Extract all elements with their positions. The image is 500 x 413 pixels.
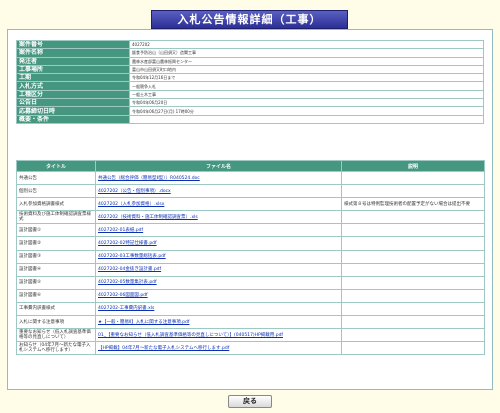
attachment-note <box>341 275 485 290</box>
info-row: 工種区分 一般土木工事 <box>16 89 484 100</box>
attachment-title: 設計図書⑤ <box>16 275 96 290</box>
attachment-row: 設計図書⑥ 4027202-06図面図.pdf <box>16 288 485 303</box>
attachment-title: 設計図書⑥ <box>16 288 96 303</box>
attachment-row: 共通公告 共通公告（総合評価（簡易型Ⅱ型））R040524.doc <box>16 170 485 186</box>
column-header-filename: ファイル名 <box>95 160 342 172</box>
info-value: 農林水産部富山農林振興センター <box>129 56 484 66</box>
attachment-file-link[interactable]: 4027202-02特記仕様書.pdf <box>95 236 342 251</box>
column-header-note: 説明 <box>341 160 485 172</box>
info-row: 概要・条件 <box>16 114 484 124</box>
info-label: 発注者 <box>16 56 130 66</box>
attachment-row: 工事費内訳書様式 4027202-工事費内訳書.xls <box>16 301 485 317</box>
attachment-note <box>341 170 485 186</box>
info-row: 入札方式 一般競争入札 <box>16 81 484 91</box>
attachment-row: 設計図書① 4027202-01表紙.pdf <box>16 223 485 238</box>
attachment-file-link[interactable]: 4027202-01表紙.pdf <box>95 223 342 238</box>
info-row: 公告日 令和04年06月20日 <box>16 98 484 108</box>
info-label: 工種区分 <box>16 89 130 100</box>
attachment-row: 設計図書⑤ 4027202-05数量集計表.pdf <box>16 275 485 290</box>
info-label: 入札方式 <box>16 81 130 91</box>
attachment-title: お知らせ（04年7月～新たな電子入札システムへ移行します） <box>16 341 96 356</box>
attachment-row: お知らせ（04年7月～新たな電子入札システムへ移行します） 【HP掲載】04年7月… <box>16 341 485 356</box>
info-value: 令和04年06月27日(月) 17時00分 <box>129 106 484 116</box>
info-row: 応募締切日時 令和04年06月27日(月) 17時00分 <box>16 106 484 116</box>
attachment-row: 入札に関する注意事項 ★【一般・簡易Ⅱ】入札に関する注意事項.pdf <box>16 315 485 330</box>
attachments-header-row: タイトル ファイル名 説明 <box>16 160 485 172</box>
attachment-file-link[interactable]: 4027202-工事費内訳書.xls <box>95 301 342 317</box>
info-value: 4027202 <box>129 39 484 50</box>
info-row: 案件名称 飯食予防治山（山田須又）造閘工事 <box>16 48 484 58</box>
attachment-row: 入札参加資格調書様式 4027202（入札参加資格）.xlsx 様式第８号は特例監理… <box>16 197 485 212</box>
info-value: 富山市山田須又町口地内 <box>129 64 484 75</box>
attachment-row: 設計図書② 4027202-02特記仕様書.pdf <box>16 236 485 251</box>
page-title: 入札公告情報詳細（工事） <box>151 10 348 29</box>
attachment-file-link[interactable]: 4027202-06図面図.pdf <box>95 288 342 303</box>
info-row: 発注者 農林水産部富山農林振興センター <box>16 56 484 66</box>
info-value: 令和04年06月20日 <box>129 98 484 108</box>
attachment-title: 重要なお知らせ（低入札調査基準価格等の見直しについて） <box>16 328 96 343</box>
info-value: 飯食予防治山（山田須又）造閘工事 <box>129 48 484 58</box>
attachment-title: 設計図書① <box>16 223 96 238</box>
attachment-title: 設計図書③ <box>16 249 96 264</box>
attachment-file-link[interactable]: ★【一般・簡易Ⅱ】入札に関する注意事項.pdf <box>95 315 342 330</box>
attachment-note <box>341 341 485 356</box>
attachment-note <box>341 249 485 264</box>
attachment-note <box>341 184 485 199</box>
attachment-title: 個別公告 <box>16 184 96 199</box>
back-button[interactable]: 戻る <box>228 395 272 408</box>
attachment-title: 共通公告 <box>16 170 96 186</box>
attachment-note <box>341 288 485 303</box>
attachment-file-link[interactable]: 4027202（公告・個別事項）.docx <box>95 184 342 199</box>
attachment-note <box>341 210 485 225</box>
attachment-file-link[interactable]: 4027202-05数量集計表.pdf <box>95 275 342 290</box>
info-label: 案件名称 <box>16 48 130 58</box>
info-value <box>129 114 484 124</box>
info-label: 工事場所 <box>16 64 130 75</box>
info-row: 工期 令和04年12月16日まで <box>16 73 484 83</box>
attachment-row: 技術資料及び施工体制確認調査票様式 4027202（技術資料・施工体制確認調査票）… <box>16 210 485 225</box>
info-row: 工事場所 富山市山田須又町口地内 <box>16 64 484 75</box>
info-value: 令和04年12月16日まで <box>129 73 484 83</box>
attachment-row: 個別公告 4027202（公告・個別事項）.docx <box>16 184 485 199</box>
attachment-title: 設計図書④ <box>16 262 96 277</box>
attachment-note <box>341 223 485 238</box>
attachment-note <box>341 315 485 330</box>
attachment-file-link[interactable]: 4027202（技術資料・施工体制確認調査票）.xls <box>95 210 342 225</box>
case-info-table: 案件番号 4027202 案件名称 飯食予防治山（山田須又）造閘工事 発注者 農林水産部富… <box>16 39 484 124</box>
attachment-file-link[interactable]: 【HP掲載】04年7月～新たな電子入札システムへ移行します.pdf <box>95 341 342 356</box>
attachment-title: 入札参加資格調書様式 <box>16 197 96 212</box>
attachment-row: 重要なお知らせ（低入札調査基準価格等の見直しについて） 01_【重要なお知らせ（低… <box>16 328 485 343</box>
attachment-note <box>341 301 485 317</box>
attachment-note <box>341 328 485 343</box>
attachment-file-link[interactable]: 4027202-03工事数量総括表.pdf <box>95 249 342 264</box>
attachment-title: 工事費内訳書様式 <box>16 301 96 317</box>
attachment-title: 入札に関する注意事項 <box>16 315 96 330</box>
attachment-file-link[interactable]: 4027202-04金抜き設計書.pdf <box>95 262 342 277</box>
info-label: 案件番号 <box>16 39 130 50</box>
attachment-row: 設計図書④ 4027202-04金抜き設計書.pdf <box>16 262 485 277</box>
info-label: 概要・条件 <box>16 114 130 124</box>
info-row: 案件番号 4027202 <box>16 39 484 50</box>
attachment-note <box>341 262 485 277</box>
info-label: 工期 <box>16 73 130 83</box>
attachment-title: 技術資料及び施工体制確認調査票様式 <box>16 210 96 225</box>
attachment-file-link[interactable]: 01_【重要なお知らせ（低入札調査基準価格等の見直しについて）】(040517)… <box>95 328 342 343</box>
attachments-table: タイトル ファイル名 説明 共通公告 共通公告（総合評価（簡易型Ⅱ型））R0405… <box>16 160 485 356</box>
column-header-title: タイトル <box>16 160 96 172</box>
attachment-note <box>341 236 485 251</box>
info-label: 公告日 <box>16 98 130 108</box>
attachment-title: 設計図書② <box>16 236 96 251</box>
attachment-row: 設計図書③ 4027202-03工事数量総括表.pdf <box>16 249 485 264</box>
attachment-note: 様式第８号は特例監理技術者の配置予定がない場合は提出不要 <box>341 197 485 212</box>
attachment-file-link[interactable]: 4027202（入札参加資格）.xlsx <box>95 197 342 212</box>
info-label: 応募締切日時 <box>16 106 130 116</box>
info-value: 一般土木工事 <box>129 89 484 100</box>
attachment-file-link[interactable]: 共通公告（総合評価（簡易型Ⅱ型））R040524.doc <box>95 170 342 186</box>
info-value: 一般競争入札 <box>129 81 484 91</box>
